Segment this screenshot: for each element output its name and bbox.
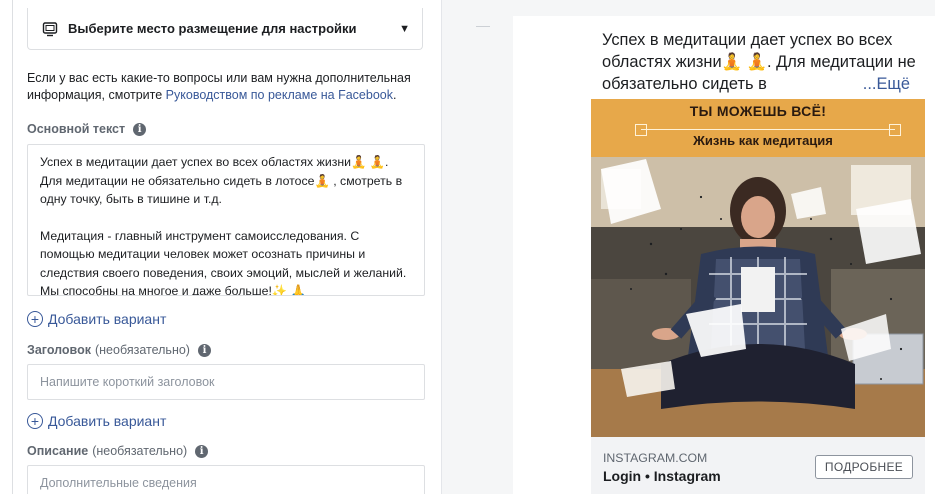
ad-banner: ТЫ МОЖЕШЬ ВСЁ! Жизнь как медитация [591, 99, 925, 157]
ad-domain: INSTAGRAM.COM [603, 451, 708, 465]
headline-optional-text: (необязательно) [94, 343, 190, 357]
headline-placeholder: Напишите короткий заголовок [40, 375, 215, 389]
monitor-icon [42, 21, 58, 37]
help-text: Если у вас есть какие-то вопросы или вам… [27, 70, 427, 104]
caret-down-icon: ▼ [399, 22, 410, 35]
add-variant-label: Добавить вариант [48, 311, 167, 327]
learn-more-button[interactable]: ПОДРОБНЕЕ [815, 455, 913, 479]
placement-dropdown-label: Выберите место размещение для настройки [68, 21, 357, 36]
add-variant-button[interactable]: + Добавить вариант [27, 413, 166, 429]
description-optional-text: (необязательно) [92, 444, 188, 458]
description-label-text: Описание [27, 444, 89, 458]
banner-square-left [635, 124, 647, 136]
banner-square-right [889, 124, 901, 136]
ad-image: ТЫ МОЖЕШЬ ВСЁ! Жизнь как медитация [591, 99, 925, 437]
primary-text-paragraph-2: Медитация - главный инструмент самоиссле… [40, 228, 410, 296]
description-placeholder: Дополнительные сведения [40, 476, 197, 490]
description-input[interactable]: Дополнительные сведения [27, 465, 425, 494]
description-label: Описание (необязательно) i [27, 444, 209, 458]
headline-label-text: Заголовок [27, 343, 91, 357]
plus-circle-icon: + [27, 311, 43, 327]
banner-headline: ТЫ МОЖЕШЬ ВСЁ! [689, 103, 827, 119]
preview-top-strip [441, 0, 935, 16]
info-icon[interactable]: i [195, 444, 209, 458]
primary-text-paragraph-1: Успех в медитации дает успех во всех обл… [40, 155, 406, 206]
see-more-link[interactable]: ...Ещё [863, 73, 910, 95]
divider [476, 26, 490, 27]
info-icon[interactable]: i [133, 122, 147, 136]
help-text-end: . [392, 88, 397, 102]
primary-text-label: Основной текст i [27, 122, 147, 136]
ad-link-title: Login • Instagram [603, 468, 721, 484]
headline-input[interactable]: Напишите короткий заголовок [27, 364, 425, 400]
ad-editor-panel: Выберите место размещение для настройки … [12, 0, 441, 494]
headline-label: Заголовок (необязательно) i [27, 343, 211, 357]
preview-gutter [441, 0, 514, 494]
banner-subheadline: Жизнь как медитация [683, 130, 843, 152]
plus-circle-icon: + [27, 413, 43, 429]
add-variant-label: Добавить вариант [48, 413, 167, 429]
info-icon[interactable]: i [197, 343, 211, 357]
ad-preview-text: Успех в медитации дает успех во всех обл… [602, 29, 922, 95]
primary-text-label-text: Основной текст [27, 122, 126, 136]
add-variant-button[interactable]: + Добавить вариант [27, 311, 166, 327]
primary-text-textarea[interactable]: Успех в медитации дает успех во всех обл… [27, 144, 425, 296]
placement-dropdown[interactable]: Выберите место размещение для настройки … [27, 8, 423, 50]
ad-link-footer[interactable]: INSTAGRAM.COM Login • Instagram ПОДРОБНЕ… [591, 437, 925, 494]
ads-guide-link[interactable]: Руководством по рекламе на Facebook [166, 88, 393, 102]
